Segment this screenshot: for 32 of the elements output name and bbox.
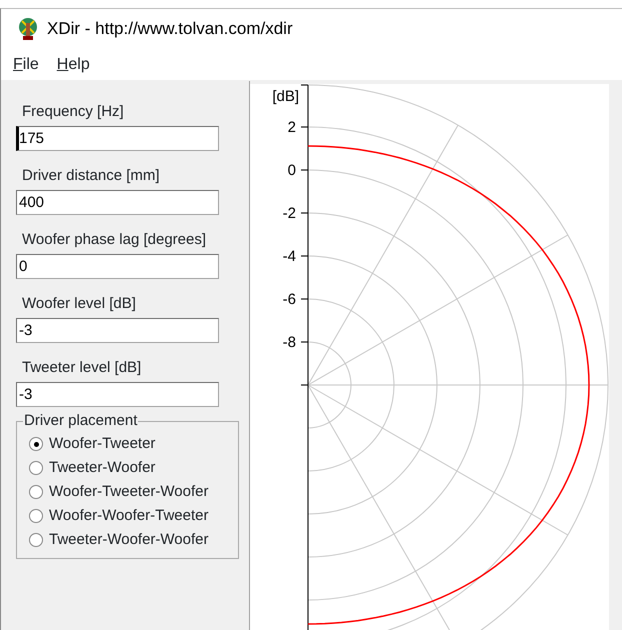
tick-label: -4	[282, 248, 296, 265]
window-title: XDir - http://www.tolvan.com/xdir	[47, 18, 293, 40]
radio-label[interactable]: Woofer-Tweeter	[49, 432, 156, 456]
input-field[interactable]: 175	[16, 126, 219, 151]
menu-item[interactable]: File	[13, 52, 39, 76]
radio-label[interactable]: Woofer-Tweeter-Woofer	[49, 480, 208, 504]
field-label: Tweeter level [dB]	[21, 359, 142, 377]
tick-label: -2	[282, 205, 296, 222]
input-field[interactable]: 400	[16, 190, 219, 215]
radio-button[interactable]	[29, 533, 43, 547]
radio-button[interactable]	[29, 485, 43, 499]
tick-label: 2	[288, 119, 296, 136]
input-field[interactable]: -3	[16, 382, 219, 407]
input-field[interactable]: 0	[16, 254, 219, 279]
tick-label: -8	[282, 334, 296, 351]
tick-label: -6	[282, 291, 296, 308]
unit-label: [dB]	[272, 88, 299, 105]
field-label: Woofer level [dB]	[21, 295, 137, 313]
tick-label: 0	[288, 162, 296, 179]
radio-label[interactable]: Woofer-Woofer-Tweeter	[49, 504, 208, 528]
radio-label[interactable]: Tweeter-Woofer-Woofer	[49, 528, 208, 552]
field-label: Woofer phase lag [degrees]	[21, 231, 208, 249]
field-label: Frequency [Hz]	[21, 103, 125, 121]
radio-label[interactable]: Tweeter-Woofer	[49, 456, 156, 480]
radio-button[interactable]	[29, 461, 43, 475]
input-field[interactable]: -3	[16, 318, 219, 343]
app-icon	[17, 17, 39, 41]
radio-button[interactable]	[29, 437, 43, 451]
radio-button[interactable]	[29, 509, 43, 523]
group-title: Driver placement	[23, 412, 138, 430]
menu-item[interactable]: Help	[56, 52, 90, 76]
field-label: Driver distance [mm]	[21, 167, 161, 185]
